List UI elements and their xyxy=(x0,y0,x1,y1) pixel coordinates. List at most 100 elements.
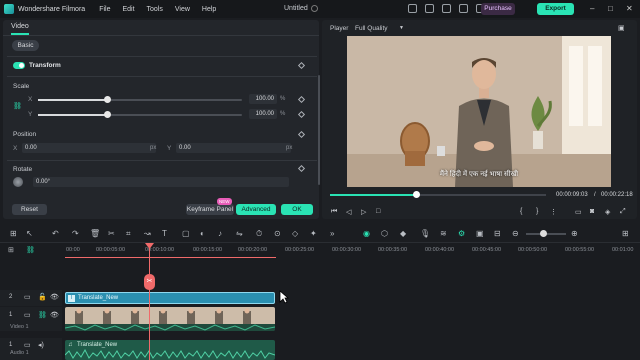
speaker-icon[interactable]: ◂) xyxy=(38,341,44,349)
box-icon[interactable]: ▢ xyxy=(182,229,190,238)
eye-icon[interactable]: 👁 xyxy=(50,293,59,301)
save-icon[interactable] xyxy=(425,4,434,13)
snap-icon[interactable]: ◉ xyxy=(363,229,370,238)
close-icon[interactable]: ✕ xyxy=(626,4,633,13)
audio-link-icon[interactable]: ⛓ xyxy=(38,311,47,319)
play-icon[interactable]: ▷ xyxy=(361,208,366,216)
delete-icon[interactable]: 🗑 xyxy=(90,229,100,238)
scissors-icon[interactable]: ✂ xyxy=(144,274,155,290)
freeze-icon[interactable]: ⊙ xyxy=(274,229,281,238)
shield-icon[interactable]: ⬡ xyxy=(381,229,388,238)
ai-icon[interactable]: ✦ xyxy=(310,229,317,238)
headset-icon[interactable] xyxy=(459,4,468,13)
minimize-icon[interactable]: – xyxy=(590,4,594,13)
scale-x-input[interactable]: 100.00 xyxy=(249,94,277,104)
eye-icon[interactable]: 👁 xyxy=(50,311,59,319)
text-clip[interactable]: T Translate_New xyxy=(65,292,275,304)
tab-basic[interactable]: Basic xyxy=(12,40,39,51)
menu-help[interactable]: Help xyxy=(202,6,216,13)
undo-icon[interactable]: ↶ xyxy=(52,229,59,238)
scale-y-slider[interactable] xyxy=(38,111,242,118)
video-clip[interactable] xyxy=(65,307,275,331)
ok-button[interactable]: OK xyxy=(281,204,313,215)
reset-button[interactable]: Reset xyxy=(12,204,47,215)
zoom-in-icon[interactable]: ⊕ xyxy=(571,229,578,238)
menu-edit[interactable]: Edit xyxy=(122,6,134,13)
link-track-icon[interactable]: ⛓ xyxy=(26,246,35,254)
step-back-icon[interactable]: ◁ xyxy=(346,208,351,216)
player-tab[interactable]: Player xyxy=(330,25,348,32)
split-icon[interactable]: ✂ xyxy=(108,229,115,238)
stop-icon[interactable]: □ xyxy=(376,208,380,215)
quality-select[interactable]: Full Quality xyxy=(355,25,388,32)
position-x-input[interactable]: 0.00 xyxy=(22,143,156,153)
layout-icon[interactable]: ⊞ xyxy=(10,229,17,238)
maximize-icon[interactable]: □ xyxy=(608,4,613,13)
scale-y-slider-knob[interactable] xyxy=(104,111,112,118)
text-icon[interactable]: T xyxy=(162,229,167,238)
folder-icon[interactable]: ▭ xyxy=(24,341,31,349)
transition-icon[interactable]: ⇋ xyxy=(236,229,243,238)
voice-icon[interactable]: ≋ xyxy=(440,229,447,238)
color-icon[interactable]: ◐ xyxy=(200,229,205,238)
marker-icon[interactable]: ◆ xyxy=(400,229,406,238)
cloud-icon[interactable] xyxy=(442,4,451,13)
advanced-button[interactable]: Advanced xyxy=(236,204,276,215)
scale-x-slider[interactable] xyxy=(38,96,242,103)
previous-frame-icon[interactable]: ⏮ xyxy=(331,208,337,216)
tab-video[interactable]: Video xyxy=(11,23,29,35)
menu-view[interactable]: View xyxy=(175,6,190,13)
mark-in-icon[interactable]: { xyxy=(520,208,522,215)
work-area-bar[interactable] xyxy=(65,257,276,258)
lock-icon[interactable]: 🔓 xyxy=(38,293,47,301)
purchase-button[interactable]: Purchase xyxy=(481,3,515,15)
ai-cut-icon[interactable]: ⚙ xyxy=(458,229,465,238)
transform-toggle[interactable] xyxy=(13,62,25,69)
link-icon[interactable]: ⛓ xyxy=(13,102,22,110)
select-icon[interactable]: ↖ xyxy=(26,229,33,238)
folder-icon[interactable]: ▭ xyxy=(24,311,31,319)
scale-y-keyframe-icon[interactable] xyxy=(297,110,306,119)
position-y-input[interactable]: 0.00 xyxy=(176,143,291,153)
more-icon[interactable]: ⋮ xyxy=(550,208,557,216)
mask-icon[interactable]: ◇ xyxy=(292,229,298,238)
playhead[interactable] xyxy=(149,246,150,360)
scale-x-slider-knob[interactable] xyxy=(104,96,112,103)
add-track-icon[interactable]: ⊞ xyxy=(8,246,14,254)
playback-progress[interactable] xyxy=(330,191,546,198)
scale-x-keyframe-icon[interactable] xyxy=(297,95,306,104)
folder-icon[interactable]: ▭ xyxy=(24,293,31,301)
chevron-down-icon[interactable]: ▼ xyxy=(399,25,404,31)
volume-icon[interactable]: ◈ xyxy=(605,208,610,216)
timer-icon[interactable]: ⏱ xyxy=(256,229,262,239)
keyframe-panel-button[interactable]: Keyframe Panel xyxy=(186,204,234,215)
menu-file[interactable]: File xyxy=(99,6,110,13)
grid-icon[interactable]: ⊞ xyxy=(622,229,629,238)
rotate-keyframe-icon[interactable] xyxy=(297,164,306,173)
fullscreen-icon[interactable]: ⤢ xyxy=(620,208,626,216)
audio-icon[interactable]: ♪ xyxy=(218,229,222,238)
camera-icon[interactable]: ◙ xyxy=(590,208,594,215)
snapshot-icon[interactable]: ▣ xyxy=(618,24,625,32)
zoom-out-icon[interactable]: ⊖ xyxy=(512,229,519,238)
rotate-dial[interactable] xyxy=(13,177,23,187)
speed-icon[interactable]: ↝ xyxy=(144,229,151,238)
transform-keyframe-icon[interactable] xyxy=(297,61,306,70)
video-preview[interactable]: मैंने हिंदी में एक नई भाषा सीखी xyxy=(347,36,611,187)
position-keyframe-icon[interactable] xyxy=(297,130,306,139)
scale-y-input[interactable]: 100.00 xyxy=(249,109,277,119)
more-tools-icon[interactable]: » xyxy=(330,229,334,238)
menu-tools[interactable]: Tools xyxy=(147,6,163,13)
audio-clip[interactable]: ♫ Translate_New xyxy=(65,340,275,360)
mark-out-icon[interactable]: } xyxy=(536,208,538,215)
image-icon[interactable]: ▣ xyxy=(476,229,484,238)
zoom-slider-knob[interactable] xyxy=(540,230,547,237)
export-button[interactable]: Export xyxy=(537,3,574,15)
display-icon[interactable]: ▭ xyxy=(575,208,582,216)
adjust-icon[interactable]: ⊟ xyxy=(494,229,501,238)
redo-icon[interactable]: ↷ xyxy=(72,229,79,238)
crop-icon[interactable]: ⌗ xyxy=(126,229,131,239)
monitor-icon[interactable] xyxy=(408,4,417,13)
mic-icon[interactable]: 🎙 xyxy=(420,229,430,238)
zoom-slider[interactable] xyxy=(526,230,566,237)
